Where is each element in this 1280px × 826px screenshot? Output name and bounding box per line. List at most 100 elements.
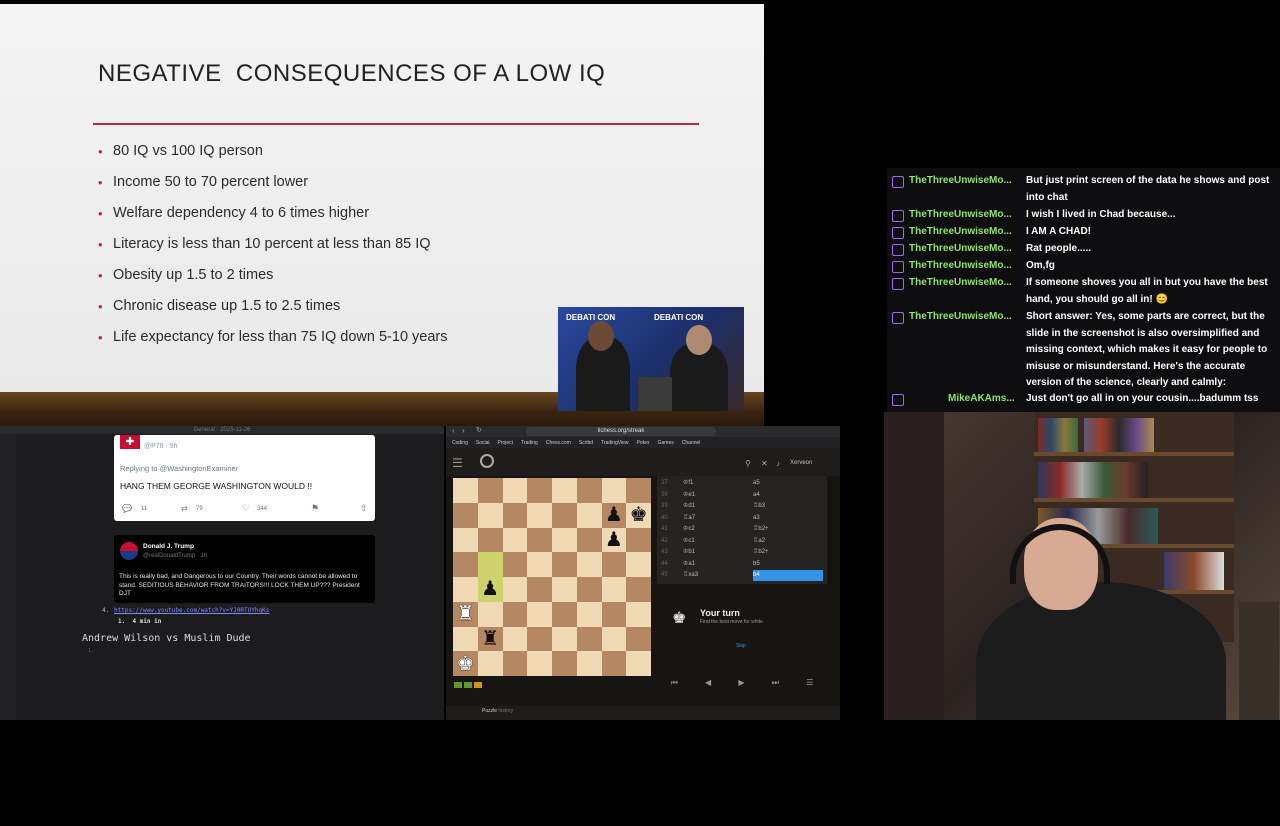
- board-square[interactable]: [576, 552, 602, 577]
- board-square[interactable]: [502, 601, 528, 627]
- board-square[interactable]: [527, 478, 552, 503]
- white-move[interactable]: ♔e1: [683, 490, 743, 501]
- tweet-card-trump[interactable]: Donald J. Trump @realDonaldTrump · 1h Th…: [114, 535, 375, 603]
- reply-icon[interactable]: 💬: [122, 504, 132, 513]
- search-icon[interactable]: ⚲: [745, 459, 751, 468]
- bookmark-item[interactable]: Project: [497, 438, 513, 448]
- board-square[interactable]: [453, 478, 478, 503]
- board-square[interactable]: [453, 527, 478, 553]
- board-square[interactable]: ♜: [453, 601, 478, 627]
- chat-username[interactable]: TheThreeUnwiseMo...: [909, 226, 1041, 237]
- chat-username[interactable]: TheThreeUnwiseMo...: [909, 311, 1041, 322]
- black-king-piece[interactable]: ♚: [630, 505, 648, 525]
- board-square[interactable]: [626, 601, 651, 627]
- black-move[interactable]: a5: [753, 478, 823, 489]
- board-square[interactable]: [552, 626, 577, 652]
- board-square[interactable]: [601, 601, 627, 627]
- chess-board[interactable]: ♟ ♚ ♟ ♟ ♜ ♜ ♚: [453, 478, 651, 676]
- white-move[interactable]: ♔a1: [683, 559, 743, 570]
- menu-icon[interactable]: ☰: [452, 456, 463, 470]
- like-icon[interactable]: ♡: [242, 503, 250, 514]
- board-square[interactable]: [576, 601, 602, 627]
- board-square[interactable]: [552, 552, 577, 577]
- board-square[interactable]: [502, 552, 528, 577]
- board-square[interactable]: [576, 626, 602, 652]
- board-square[interactable]: [502, 577, 528, 602]
- black-pawn-piece[interactable]: ♟: [481, 579, 499, 599]
- board-square[interactable]: [453, 626, 478, 652]
- board-square[interactable]: [601, 552, 627, 577]
- bookmark-item[interactable]: Channel: [682, 438, 701, 448]
- black-move[interactable]: a4: [753, 490, 823, 501]
- white-move[interactable]: ♔d1: [683, 501, 743, 512]
- username[interactable]: Xerveon: [790, 460, 812, 466]
- board-square[interactable]: [477, 552, 503, 577]
- board-square[interactable]: [626, 552, 651, 577]
- board-square[interactable]: [527, 601, 552, 627]
- board-square[interactable]: [477, 502, 503, 528]
- board-square[interactable]: [626, 478, 651, 503]
- white-rook-piece[interactable]: ♜: [456, 604, 474, 624]
- board-square[interactable]: [453, 552, 478, 577]
- board-square[interactable]: [601, 651, 627, 676]
- last-move-icon[interactable]: ⏭: [772, 676, 779, 690]
- retweet-icon[interactable]: ⇄: [181, 504, 188, 513]
- board-square[interactable]: [527, 527, 552, 553]
- board-square[interactable]: [601, 577, 627, 602]
- bookmark-icon[interactable]: ⚑: [311, 503, 319, 514]
- board-square[interactable]: [626, 527, 651, 553]
- board-square[interactable]: [552, 527, 577, 553]
- black-move[interactable]: ♖a2: [753, 536, 823, 547]
- board-square[interactable]: ♟: [601, 527, 627, 553]
- board-square[interactable]: [576, 577, 602, 602]
- black-move[interactable]: b5: [753, 559, 823, 570]
- board-square[interactable]: [502, 626, 528, 652]
- white-move[interactable]: ♔b1: [683, 547, 743, 558]
- skip-link[interactable]: Skip: [736, 643, 746, 649]
- board-square[interactable]: [626, 577, 651, 602]
- board-square[interactable]: [502, 502, 528, 528]
- black-move[interactable]: ♖b2+: [753, 547, 823, 558]
- board-square[interactable]: [552, 577, 577, 602]
- white-move[interactable]: ♔f1: [683, 478, 743, 489]
- board-square[interactable]: [527, 626, 552, 652]
- black-move[interactable]: a3: [753, 513, 823, 524]
- first-move-icon[interactable]: ⏮: [671, 676, 678, 690]
- board-square[interactable]: ♟: [477, 577, 503, 602]
- board-square[interactable]: [527, 651, 552, 676]
- board-square[interactable]: [453, 577, 478, 602]
- close-icon[interactable]: ✕: [761, 459, 768, 468]
- bookmark-item[interactable]: Games: [658, 438, 674, 448]
- bookmark-item[interactable]: Poker: [637, 438, 650, 448]
- chat-username[interactable]: TheThreeUnwiseMo...: [909, 277, 1041, 288]
- chat-username[interactable]: TheThreeUnwiseMo...: [909, 175, 1041, 186]
- board-square[interactable]: ♚: [453, 651, 478, 676]
- board-square[interactable]: [527, 577, 552, 602]
- youtube-link[interactable]: https://www.youtube.com/watch?v=YJ0RTOYh…: [114, 607, 269, 614]
- board-square[interactable]: [477, 651, 503, 676]
- board-square[interactable]: [576, 478, 602, 503]
- board-square[interactable]: [601, 626, 627, 652]
- board-square[interactable]: [552, 478, 577, 503]
- black-move[interactable]: b4: [753, 570, 823, 581]
- black-pawn-piece[interactable]: ♟: [605, 530, 623, 550]
- board-square[interactable]: [477, 601, 503, 627]
- forward-icon[interactable]: ›: [462, 426, 465, 435]
- board-square[interactable]: [502, 527, 528, 553]
- bookmark-item[interactable]: Scribd: [579, 438, 593, 448]
- white-move[interactable]: ♖a7: [683, 513, 743, 524]
- bookmark-item[interactable]: TradingView: [601, 438, 629, 448]
- black-move[interactable]: ♖b3: [753, 501, 823, 512]
- chat-username[interactable]: TheThreeUnwiseMo...: [909, 209, 1041, 220]
- board-square[interactable]: [552, 601, 577, 627]
- board-square[interactable]: [601, 478, 627, 503]
- puzzle-tab[interactable]: Puzzle history: [482, 708, 513, 714]
- board-square[interactable]: ♟: [601, 502, 627, 528]
- menu-icon[interactable]: ☰: [806, 676, 813, 690]
- board-square[interactable]: [502, 651, 528, 676]
- chat-username[interactable]: TheThreeUnwiseMo...: [909, 260, 1041, 271]
- board-square[interactable]: ♜: [477, 626, 503, 652]
- board-square[interactable]: [502, 478, 528, 503]
- board-square[interactable]: [576, 527, 602, 553]
- white-king-piece[interactable]: ♚: [456, 654, 474, 674]
